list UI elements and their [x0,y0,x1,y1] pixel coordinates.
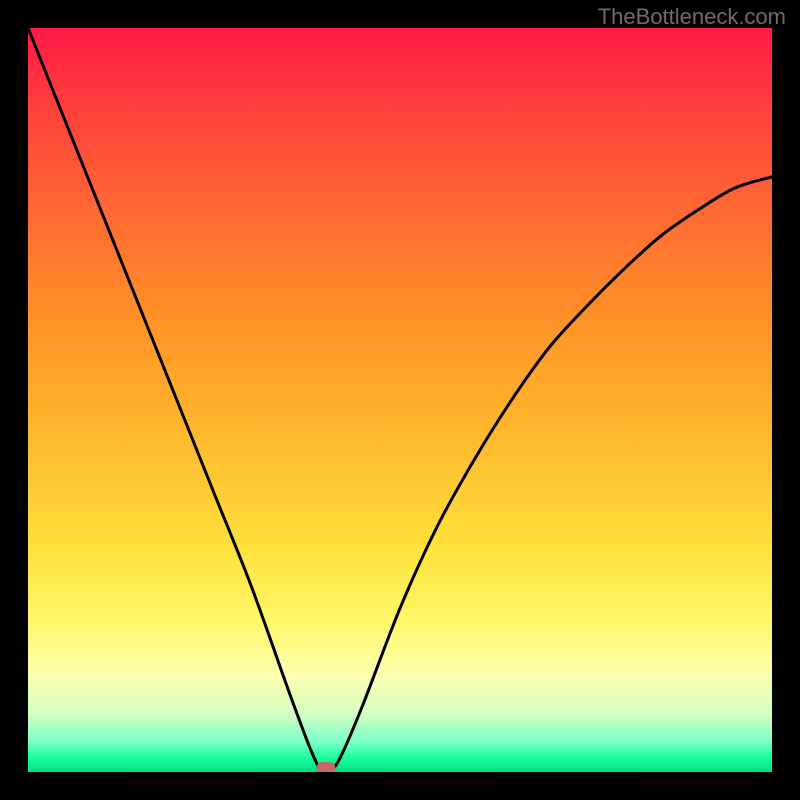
bottleneck-curve [28,28,772,772]
chart-frame: TheBottleneck.com [0,0,800,800]
optimal-point-marker [316,762,335,772]
plot-area [28,28,772,772]
watermark-text: TheBottleneck.com [598,4,786,30]
